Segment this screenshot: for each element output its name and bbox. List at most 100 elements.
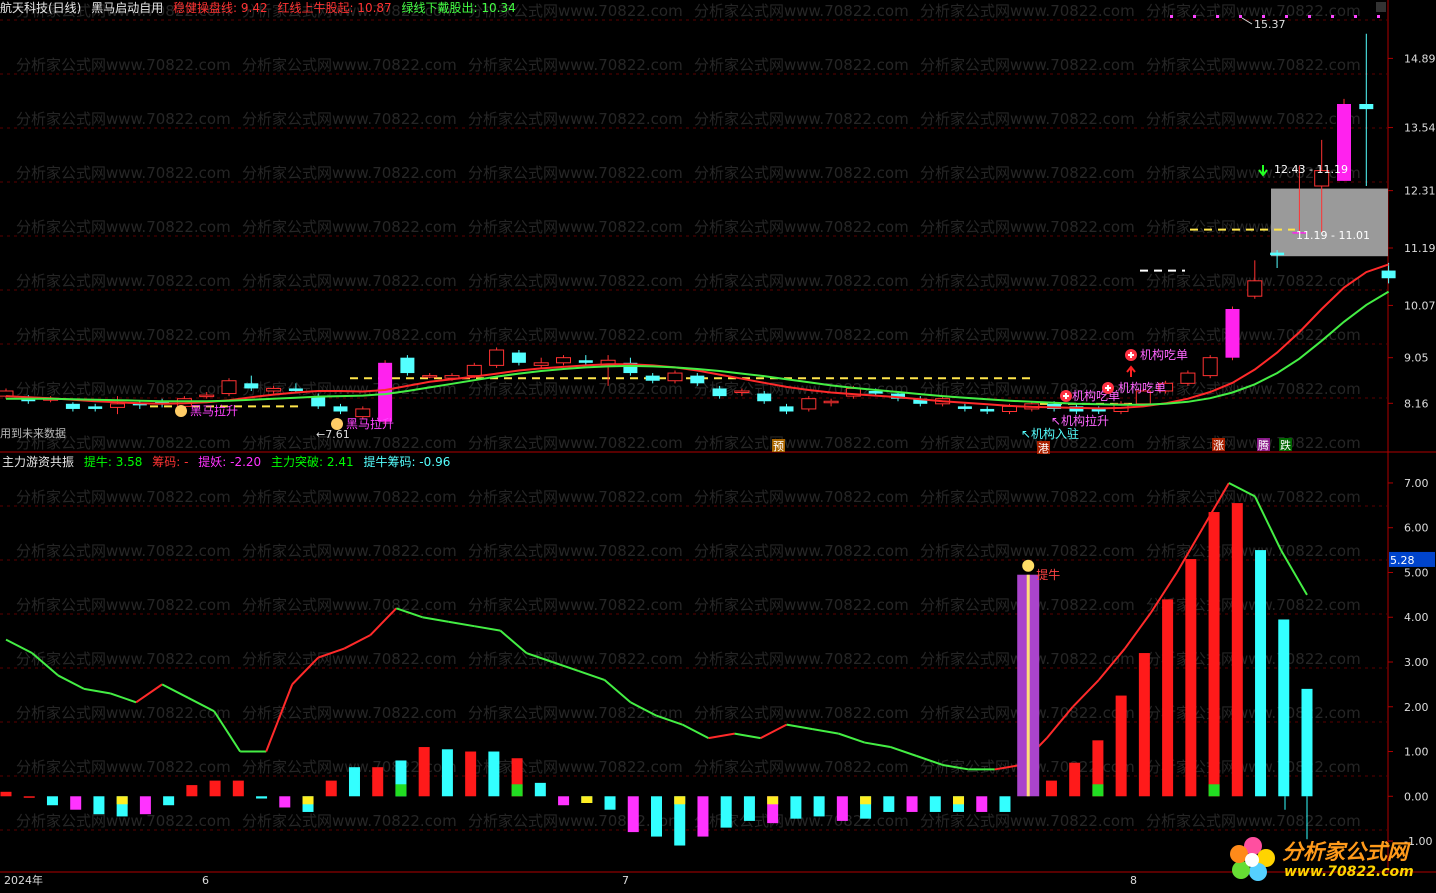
candle-body — [1381, 270, 1396, 279]
osc-line-segment — [343, 634, 371, 650]
candle-body — [801, 398, 817, 410]
watermark-text: 分析家公式网www.70822.com — [1146, 650, 1361, 668]
candle-body — [489, 349, 505, 366]
histogram-bar — [929, 796, 941, 812]
top-dot-marker — [1193, 15, 1196, 18]
watermark-text: 分析家公式网www.70822.com — [468, 326, 683, 344]
histogram-bar — [488, 751, 500, 797]
watermark-text: 分析家公式网www.70822.com — [1146, 110, 1361, 128]
logo-title: 分析家公式网 — [1282, 840, 1408, 864]
panel-close-button[interactable] — [1376, 2, 1386, 12]
upper-axis-label: 12.31 — [1404, 185, 1436, 198]
watermark-text: 分析家公式网www.70822.com — [1146, 758, 1361, 776]
lower-indicator-name[interactable]: 主力游资共振 — [2, 455, 74, 469]
histogram-cap — [395, 784, 407, 797]
histogram-bar — [372, 767, 384, 797]
histogram-bar — [465, 751, 477, 797]
watermark-text: 分析家公式网www.70822.com — [468, 542, 683, 560]
zone-top-label: 12.43 - 11.19 — [1274, 163, 1348, 176]
watermark-text: 分析家公式网www.70822.com — [242, 596, 457, 614]
candle-body — [88, 406, 103, 409]
histogram-bar — [836, 796, 848, 821]
time-label-month: 8 — [1130, 874, 1137, 887]
candle-body — [1270, 252, 1285, 256]
candle-body — [378, 362, 393, 422]
histogram-bar — [790, 796, 802, 819]
watermark-text: 分析家公式网www.70822.com — [16, 542, 231, 560]
watermark-text: 分析家公式网www.70822.com — [242, 56, 457, 74]
top-dot-marker — [1308, 15, 1311, 18]
histogram-bar — [1301, 688, 1313, 797]
candle-body — [466, 364, 482, 377]
candle-body — [511, 352, 526, 363]
watermark-text: 分析家公式网www.70822.com — [920, 812, 1135, 830]
lower-axis-label: 2.00 — [1404, 701, 1429, 714]
watermark-text: 分析家公式网www.70822.com — [242, 110, 457, 128]
stock-name[interactable]: 航天科技(日线) — [0, 1, 81, 15]
osc-line-segment — [109, 692, 137, 704]
histogram-bar — [186, 785, 198, 797]
zone-bottom-label: 11.19 - 11.01 — [1296, 229, 1370, 242]
histogram-bar — [1278, 619, 1290, 797]
watermark-text: 分析家公式网www.70822.com — [920, 218, 1135, 236]
histogram-bar — [534, 782, 546, 797]
watermark-text: 分析家公式网www.70822.com — [694, 488, 909, 506]
top-dot-marker — [1239, 15, 1242, 18]
hand-icon — [175, 405, 187, 417]
histogram-bar — [209, 780, 221, 797]
candle-body — [690, 375, 705, 384]
candle-body — [199, 394, 215, 398]
candle-body — [957, 406, 972, 409]
watermark-text: 分析家公式网www.70822.com — [920, 542, 1135, 560]
watermark-text: 分析家公式网www.70822.com — [694, 434, 909, 452]
lower-axis-label: 4.00 — [1404, 611, 1429, 624]
watermark-text: 分析家公式网www.70822.com — [920, 272, 1135, 290]
up-arrow-icon — [1126, 365, 1136, 377]
histogram-bar — [139, 796, 151, 815]
heima-label-2: 黑马拉升 — [346, 416, 394, 431]
jigou-ruzhu-label: ↖机构入驻 — [1021, 426, 1079, 441]
osc-line-segment — [422, 616, 449, 623]
watermark-text: 分析家公式网www.70822.com — [694, 326, 909, 344]
top-dot-marker — [1354, 15, 1357, 18]
histogram-bar — [279, 796, 291, 808]
watermark-text: 分析家公式网www.70822.com — [242, 650, 457, 668]
lower-axis-label: 1.00 — [1404, 746, 1429, 759]
time-label-month: 6 — [202, 874, 209, 887]
watermark-text: 分析家公式网www.70822.com — [242, 272, 457, 290]
upper-header: 航天科技(日线) 黑马启动自用 稳健操盘线: 9.42 红线上牛股起: 10.8… — [0, 1, 522, 15]
watermark-text: 分析家公式网www.70822.com — [1146, 56, 1361, 74]
watermark-text: 分析家公式网www.70822.com — [468, 650, 683, 668]
legend-chouma: 筹码: - — [152, 455, 189, 469]
watermark-text: 分析家公式网www.70822.com — [694, 650, 909, 668]
upper-axis-label: 10.07 — [1404, 299, 1436, 312]
watermark-text: 分析家公式网www.70822.com — [16, 650, 231, 668]
histogram-bar — [906, 796, 918, 812]
watermark-text: 分析家公式网www.70822.com — [920, 110, 1135, 128]
osc-line-segment — [1072, 679, 1100, 708]
histogram-bar — [976, 796, 988, 812]
candle-body — [221, 380, 237, 395]
top-dot-marker — [1285, 15, 1288, 18]
watermark-text: 分析家公式网www.70822.com — [694, 2, 909, 20]
line2-label: 红线上牛股起: 10.87 — [277, 1, 392, 15]
histogram-bar — [697, 796, 709, 837]
top-dot-marker — [1216, 15, 1219, 18]
candle-body — [288, 388, 303, 391]
histogram-bar — [232, 780, 244, 797]
watermark-text: 分析家公式网www.70822.com — [242, 488, 457, 506]
indicator-name[interactable]: 黑马启动自用 — [91, 1, 163, 15]
watermark-text: 分析家公式网www.70822.com — [242, 704, 457, 722]
money-bag-icon — [1022, 559, 1035, 572]
candle-body — [244, 383, 259, 389]
watermark-text: 分析家公式网www.70822.com — [920, 326, 1135, 344]
badge-die: 跌 — [1280, 438, 1291, 452]
histogram-bar — [558, 796, 570, 806]
osc-line-segment — [161, 683, 189, 699]
upper-axis-label: 14.89 — [1404, 52, 1436, 65]
watermark-text: 分析家公式网www.70822.com — [920, 488, 1135, 506]
watermark-text: 分析家公式网www.70822.com — [694, 56, 909, 74]
watermark-text: 分析家公式网www.70822.com — [694, 758, 909, 776]
watermark-text: 分析家公式网www.70822.com — [468, 164, 683, 182]
chart-canvas[interactable]: 分析家公式网www.70822.com 分析家公式网www.70822.com 分析… — [0, 0, 1436, 890]
